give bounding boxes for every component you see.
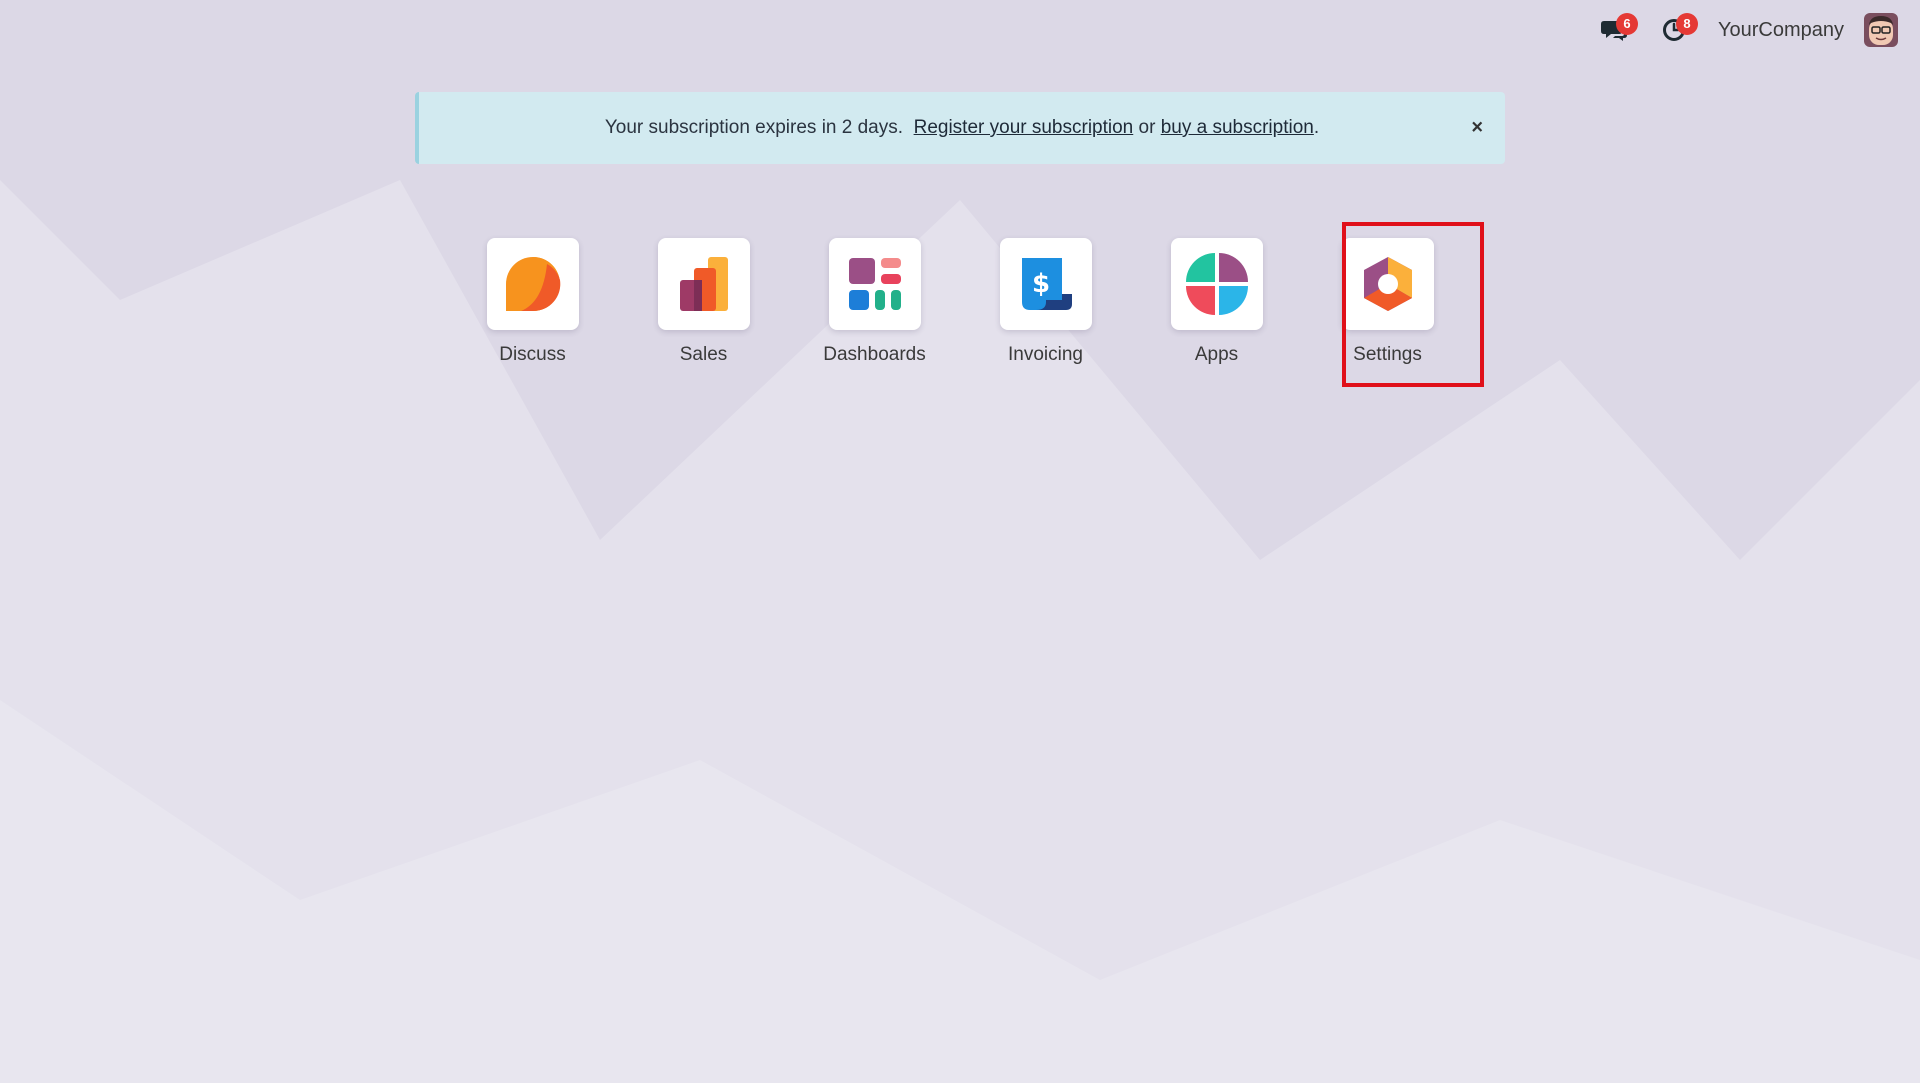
- messages-button[interactable]: 6: [1584, 0, 1644, 60]
- invoicing-icon: $: [999, 238, 1092, 330]
- avatar-icon: [1864, 13, 1898, 47]
- app-settings[interactable]: Settings: [1302, 238, 1473, 366]
- subscription-banner: Your subscription expires in 2 days. Reg…: [415, 92, 1505, 164]
- company-switcher[interactable]: YourCompany: [1718, 19, 1844, 42]
- app-discuss[interactable]: Discuss: [447, 238, 618, 366]
- settings-icon: [1341, 238, 1434, 330]
- app-label-apps: Apps: [1194, 344, 1239, 365]
- systray: 6 8 YourCompany: [1584, 0, 1920, 60]
- app-apps[interactable]: Apps: [1131, 238, 1302, 366]
- messages-badge: 6: [1615, 13, 1638, 35]
- buy-subscription-link[interactable]: buy a subscription: [1161, 117, 1314, 138]
- dashboards-icon: [828, 238, 921, 330]
- sales-icon: [657, 238, 750, 330]
- app-label-settings: Settings: [1353, 344, 1422, 365]
- app-label-invoicing: Invoicing: [1008, 344, 1083, 365]
- apps-icon: [1170, 238, 1263, 330]
- app-label-dashboards: Dashboards: [823, 344, 926, 365]
- activities-badge: 8: [1675, 13, 1698, 35]
- close-banner-button[interactable]: ×: [1471, 117, 1483, 140]
- discuss-icon: [486, 238, 579, 330]
- banner-text: Your subscription expires in 2 days. Reg…: [604, 117, 1320, 138]
- app-label-sales: Sales: [679, 344, 728, 365]
- app-invoicing[interactable]: $ Invoicing: [960, 238, 1131, 366]
- activities-button[interactable]: 8: [1644, 0, 1704, 60]
- app-dashboards[interactable]: Dashboards: [789, 238, 960, 366]
- user-avatar[interactable]: [1864, 13, 1898, 47]
- app-label-discuss: Discuss: [499, 344, 566, 365]
- app-grid: Discuss Sales Dashboards $ Invoicing App…: [415, 238, 1505, 366]
- register-subscription-link[interactable]: Register your subscription: [914, 117, 1134, 138]
- app-sales[interactable]: Sales: [618, 238, 789, 366]
- svg-text:$: $: [1031, 269, 1049, 299]
